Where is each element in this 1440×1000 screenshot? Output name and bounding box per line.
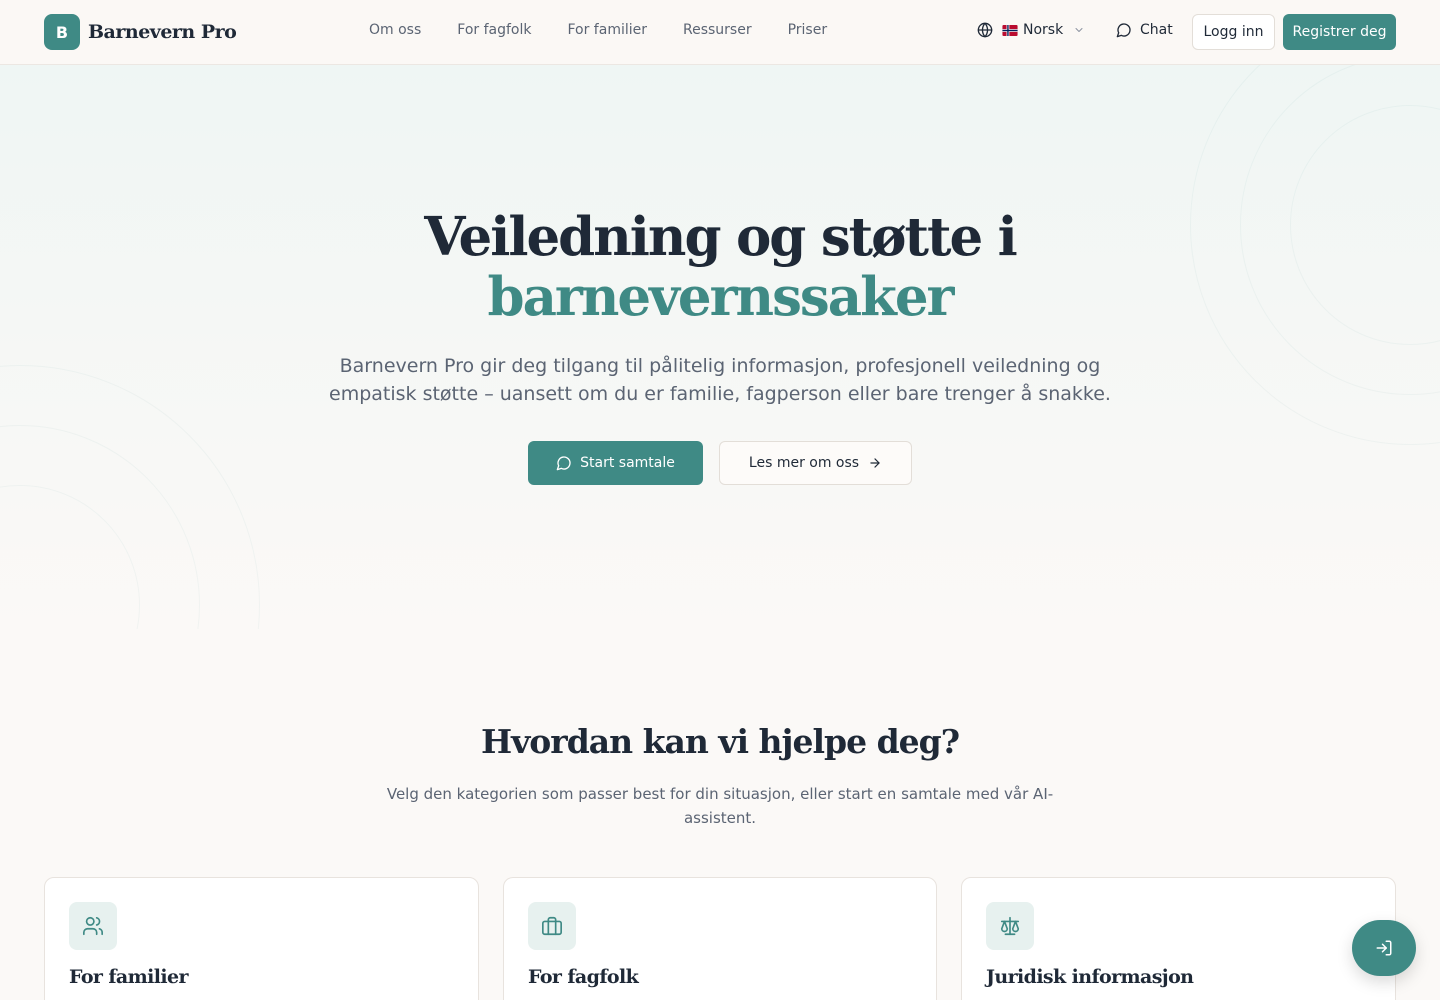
floating-login-button[interactable] [1352, 920, 1416, 976]
login-icon [1376, 940, 1392, 956]
hero-section: Veiledning og støtte i barnevernssaker B… [0, 65, 1440, 629]
chevron-down-icon [1075, 28, 1083, 32]
read-more-button[interactable]: Les mer om oss [719, 441, 912, 485]
main-nav: Om oss For fagfolk For familier Ressurse… [369, 22, 863, 38]
norway-flag-icon [1002, 24, 1018, 36]
hero-title-line1: Veiledning og støtte i [424, 206, 1018, 268]
hero-title-accent: barnevernssaker [487, 266, 955, 328]
arrow-right-icon [870, 458, 880, 468]
users-icon [83, 916, 103, 936]
card-icon-container [528, 902, 576, 950]
start-conversation-button[interactable]: Start samtale [528, 441, 703, 485]
card-icon-container [986, 902, 1034, 950]
hero-title: Veiledning og støtte i barnevernssaker [0, 207, 1440, 327]
logo-mark: B [44, 14, 80, 50]
help-section-title: Hvordan kan vi hjelpe deg? [480, 722, 960, 761]
read-more-label: Les mer om oss [748, 455, 860, 471]
language-selector[interactable]: Norsk [977, 22, 1085, 38]
globe-icon [977, 22, 993, 38]
chat-label: Chat [1140, 22, 1173, 38]
chat-bubble-icon [556, 456, 571, 471]
card-title: For familier [69, 966, 188, 988]
card-title: Juridisk informasjon [986, 966, 1194, 988]
category-card-professionals[interactable]: For fagfolk [503, 877, 937, 1000]
category-card-legal[interactable]: Juridisk informasjon [961, 877, 1396, 1000]
hero-subtitle: Barnevern Pro gir deg tilgang til pålite… [329, 355, 1111, 405]
nav-item-ressurser[interactable]: Ressurser [683, 22, 752, 38]
help-section-subtitle: Velg den kategorien som passer best for … [386, 785, 1054, 827]
brand-name: Barnevern Pro [88, 21, 237, 43]
card-title: For fagfolk [528, 966, 639, 988]
brand-logo[interactable]: B Barnevern Pro [44, 14, 237, 50]
category-card-families[interactable]: For familier [44, 877, 479, 1000]
nav-item-om-oss[interactable]: Om oss [369, 22, 421, 38]
scale-icon [1000, 916, 1020, 936]
nav-item-for-fagfolk[interactable]: For fagfolk [457, 22, 531, 38]
nav-item-for-familier[interactable]: For familier [567, 22, 647, 38]
start-conversation-label: Start samtale [580, 455, 675, 471]
login-button[interactable]: Logg inn [1192, 14, 1275, 50]
site-header: B Barnevern Pro Om oss For fagfolk For f… [0, 0, 1440, 65]
nav-item-priser[interactable]: Priser [788, 22, 828, 38]
language-label: Norsk [1023, 22, 1064, 38]
card-icon-container [69, 902, 117, 950]
chat-link[interactable]: Chat [1116, 22, 1173, 38]
chat-bubble-icon [1116, 23, 1131, 38]
briefcase-icon [542, 916, 562, 936]
register-button[interactable]: Registrer deg [1283, 14, 1396, 50]
